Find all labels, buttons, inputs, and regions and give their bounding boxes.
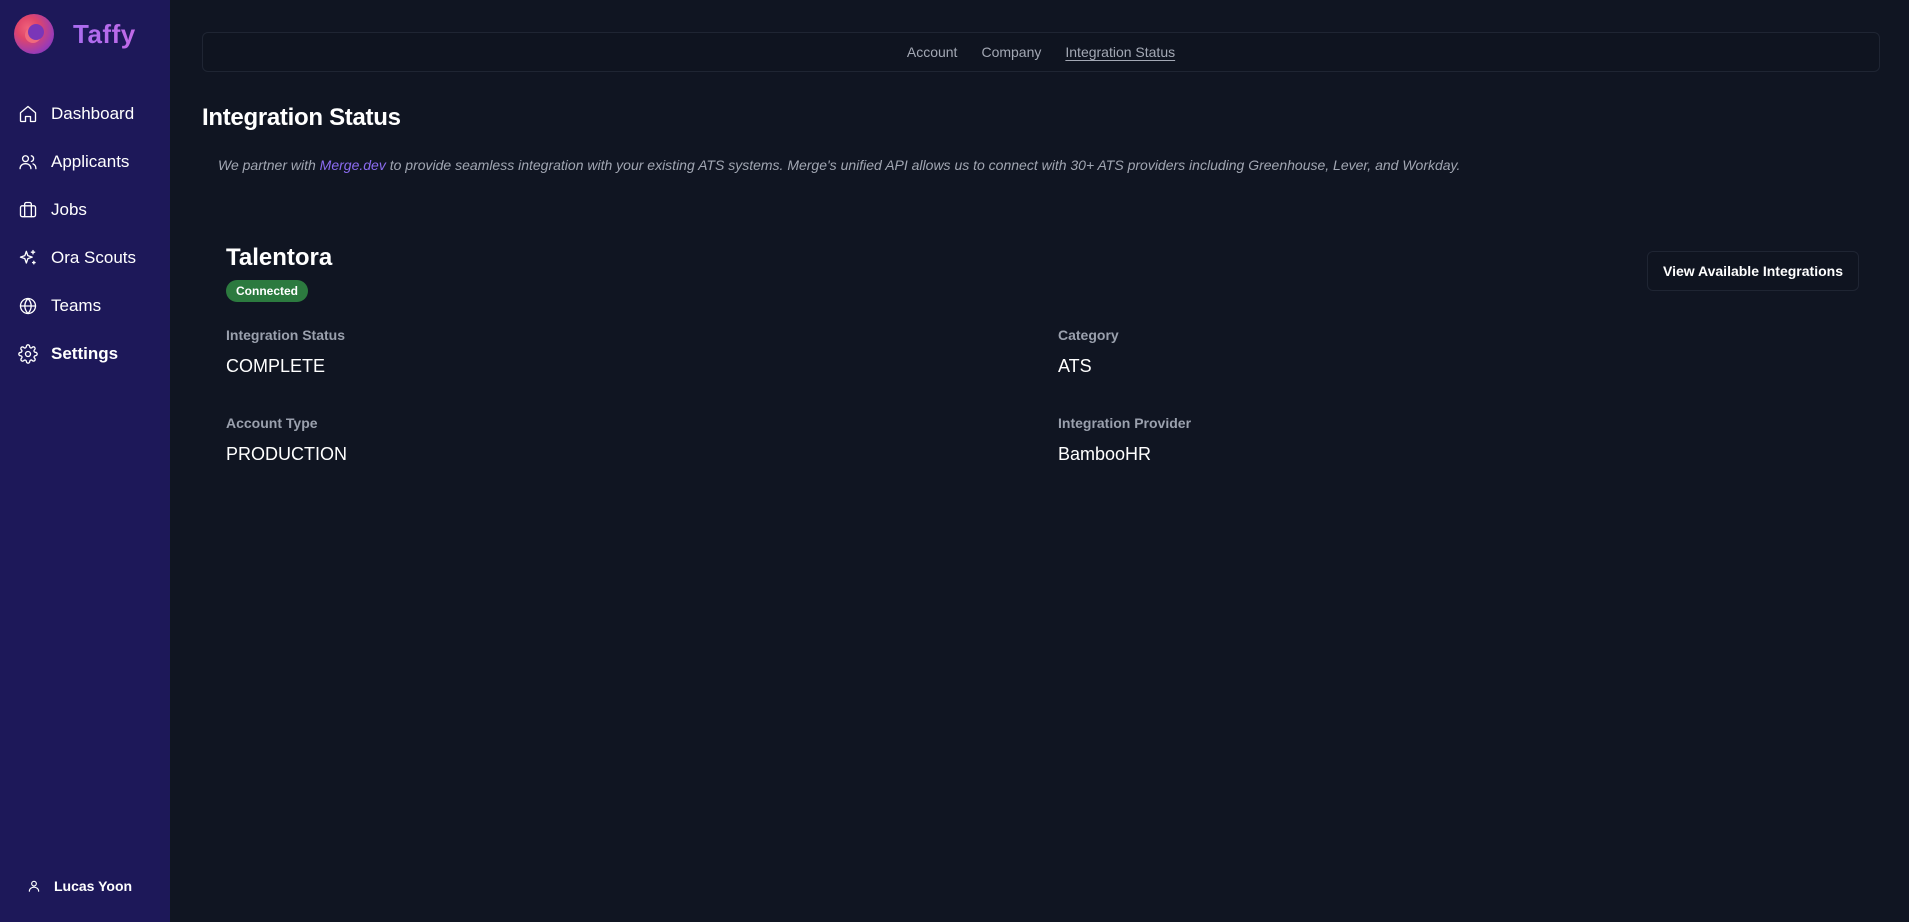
field-value: PRODUCTION	[226, 444, 347, 464]
globe-icon	[19, 297, 37, 315]
intro-text-after: to provide seamless integration with you…	[385, 157, 1461, 173]
sidebar-item-label: Jobs	[51, 200, 87, 219]
taffy-logo-icon	[14, 14, 54, 54]
field-account-type: Account Type PRODUCTION	[226, 415, 347, 465]
view-available-integrations-button[interactable]: View Available Integrations	[1647, 251, 1859, 291]
status-badge: Connected	[226, 280, 309, 302]
field-value: BambooHR	[1058, 444, 1152, 464]
sidebar-item-teams[interactable]: Teams	[0, 282, 170, 330]
page-title: Integration Status	[202, 104, 401, 131]
field-label: Category	[1058, 327, 1119, 343]
brand-name: Taffy	[73, 18, 136, 49]
sidebar-item-label: Settings	[51, 344, 119, 363]
sidebar-nav: Dashboard Applicants Jobs Ora Scouts Tea…	[0, 90, 170, 378]
sidebar-item-label: Dashboard	[51, 104, 135, 123]
user-name: Lucas Yoon	[54, 878, 133, 894]
intro-text: We partner with Merge.dev to provide sea…	[218, 157, 1460, 173]
briefcase-icon	[19, 201, 37, 218]
brand[interactable]: Taffy	[14, 14, 136, 54]
tab-account[interactable]: Account	[907, 44, 958, 60]
settings-tabs: Account Company Integration Status	[202, 32, 1880, 72]
field-category: Category ATS	[1058, 327, 1119, 377]
tab-integration-status[interactable]: Integration Status	[1065, 44, 1175, 60]
user-profile[interactable]: Lucas Yoon	[27, 878, 132, 894]
home-icon	[19, 105, 37, 123]
field-label: Integration Status	[226, 327, 346, 343]
sidebar-item-ora-scouts[interactable]: Ora Scouts	[0, 234, 170, 282]
field-label: Account Type	[226, 415, 318, 431]
field-value: COMPLETE	[226, 356, 326, 376]
tab-company[interactable]: Company	[981, 44, 1041, 60]
sidebar-item-dashboard[interactable]: Dashboard	[0, 90, 170, 138]
field-integration-status: Integration Status COMPLETE	[226, 327, 345, 377]
integration-name: Talentora	[226, 244, 333, 271]
sidebar: Taffy Dashboard Applicants Jobs Ora Scou…	[0, 0, 170, 922]
field-value: ATS	[1058, 356, 1092, 376]
gear-icon	[18, 344, 38, 364]
sidebar-item-label: Applicants	[51, 152, 130, 171]
sidebar-item-jobs[interactable]: Jobs	[0, 186, 170, 234]
sidebar-item-label: Teams	[51, 296, 102, 315]
merge-dev-link[interactable]: Merge.dev	[320, 157, 386, 173]
users-icon	[19, 155, 37, 170]
main-content: Account Company Integration Status Integ…	[170, 0, 1909, 922]
sidebar-item-settings[interactable]: Settings	[0, 330, 170, 378]
sidebar-item-label: Ora Scouts	[51, 248, 137, 267]
sidebar-item-applicants[interactable]: Applicants	[0, 138, 170, 186]
sparkles-icon	[19, 249, 36, 265]
intro-text-before: We partner with	[218, 157, 320, 173]
field-label: Integration Provider	[1058, 415, 1192, 431]
field-integration-provider: Integration Provider BambooHR	[1058, 415, 1191, 465]
user-icon	[28, 880, 40, 892]
